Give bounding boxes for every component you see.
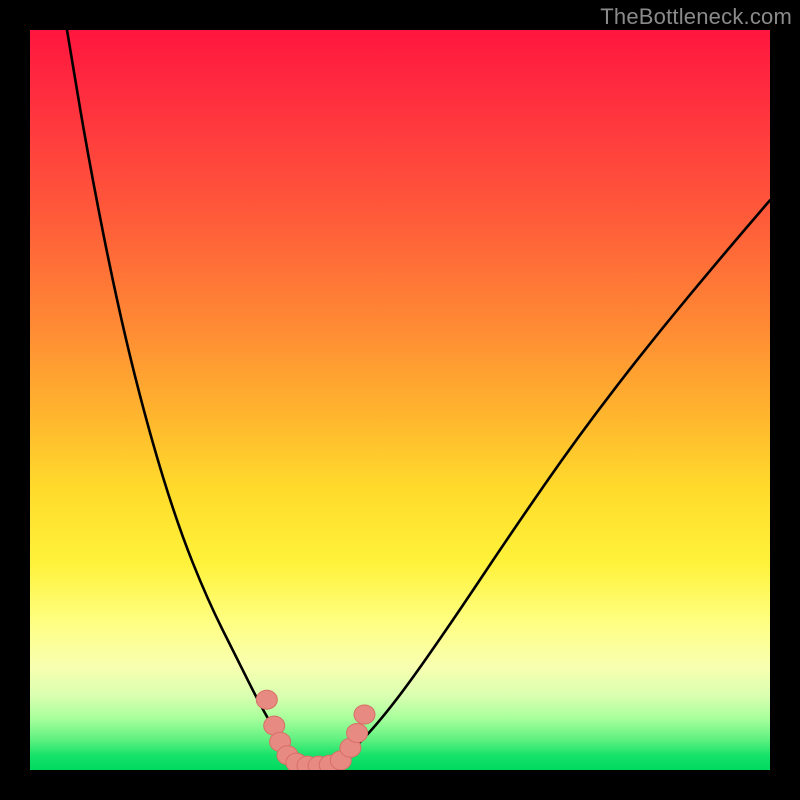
trough-markers: [256, 690, 375, 770]
trough-marker: [256, 690, 277, 709]
left-curve: [67, 30, 308, 768]
plot-area: [30, 30, 770, 770]
trough-marker: [354, 705, 375, 724]
chart-stage: TheBottleneck.com: [0, 0, 800, 800]
right-curve: [326, 200, 770, 768]
trough-marker: [347, 724, 368, 743]
curve-layer: [30, 30, 770, 770]
watermark-text: TheBottleneck.com: [600, 4, 792, 30]
